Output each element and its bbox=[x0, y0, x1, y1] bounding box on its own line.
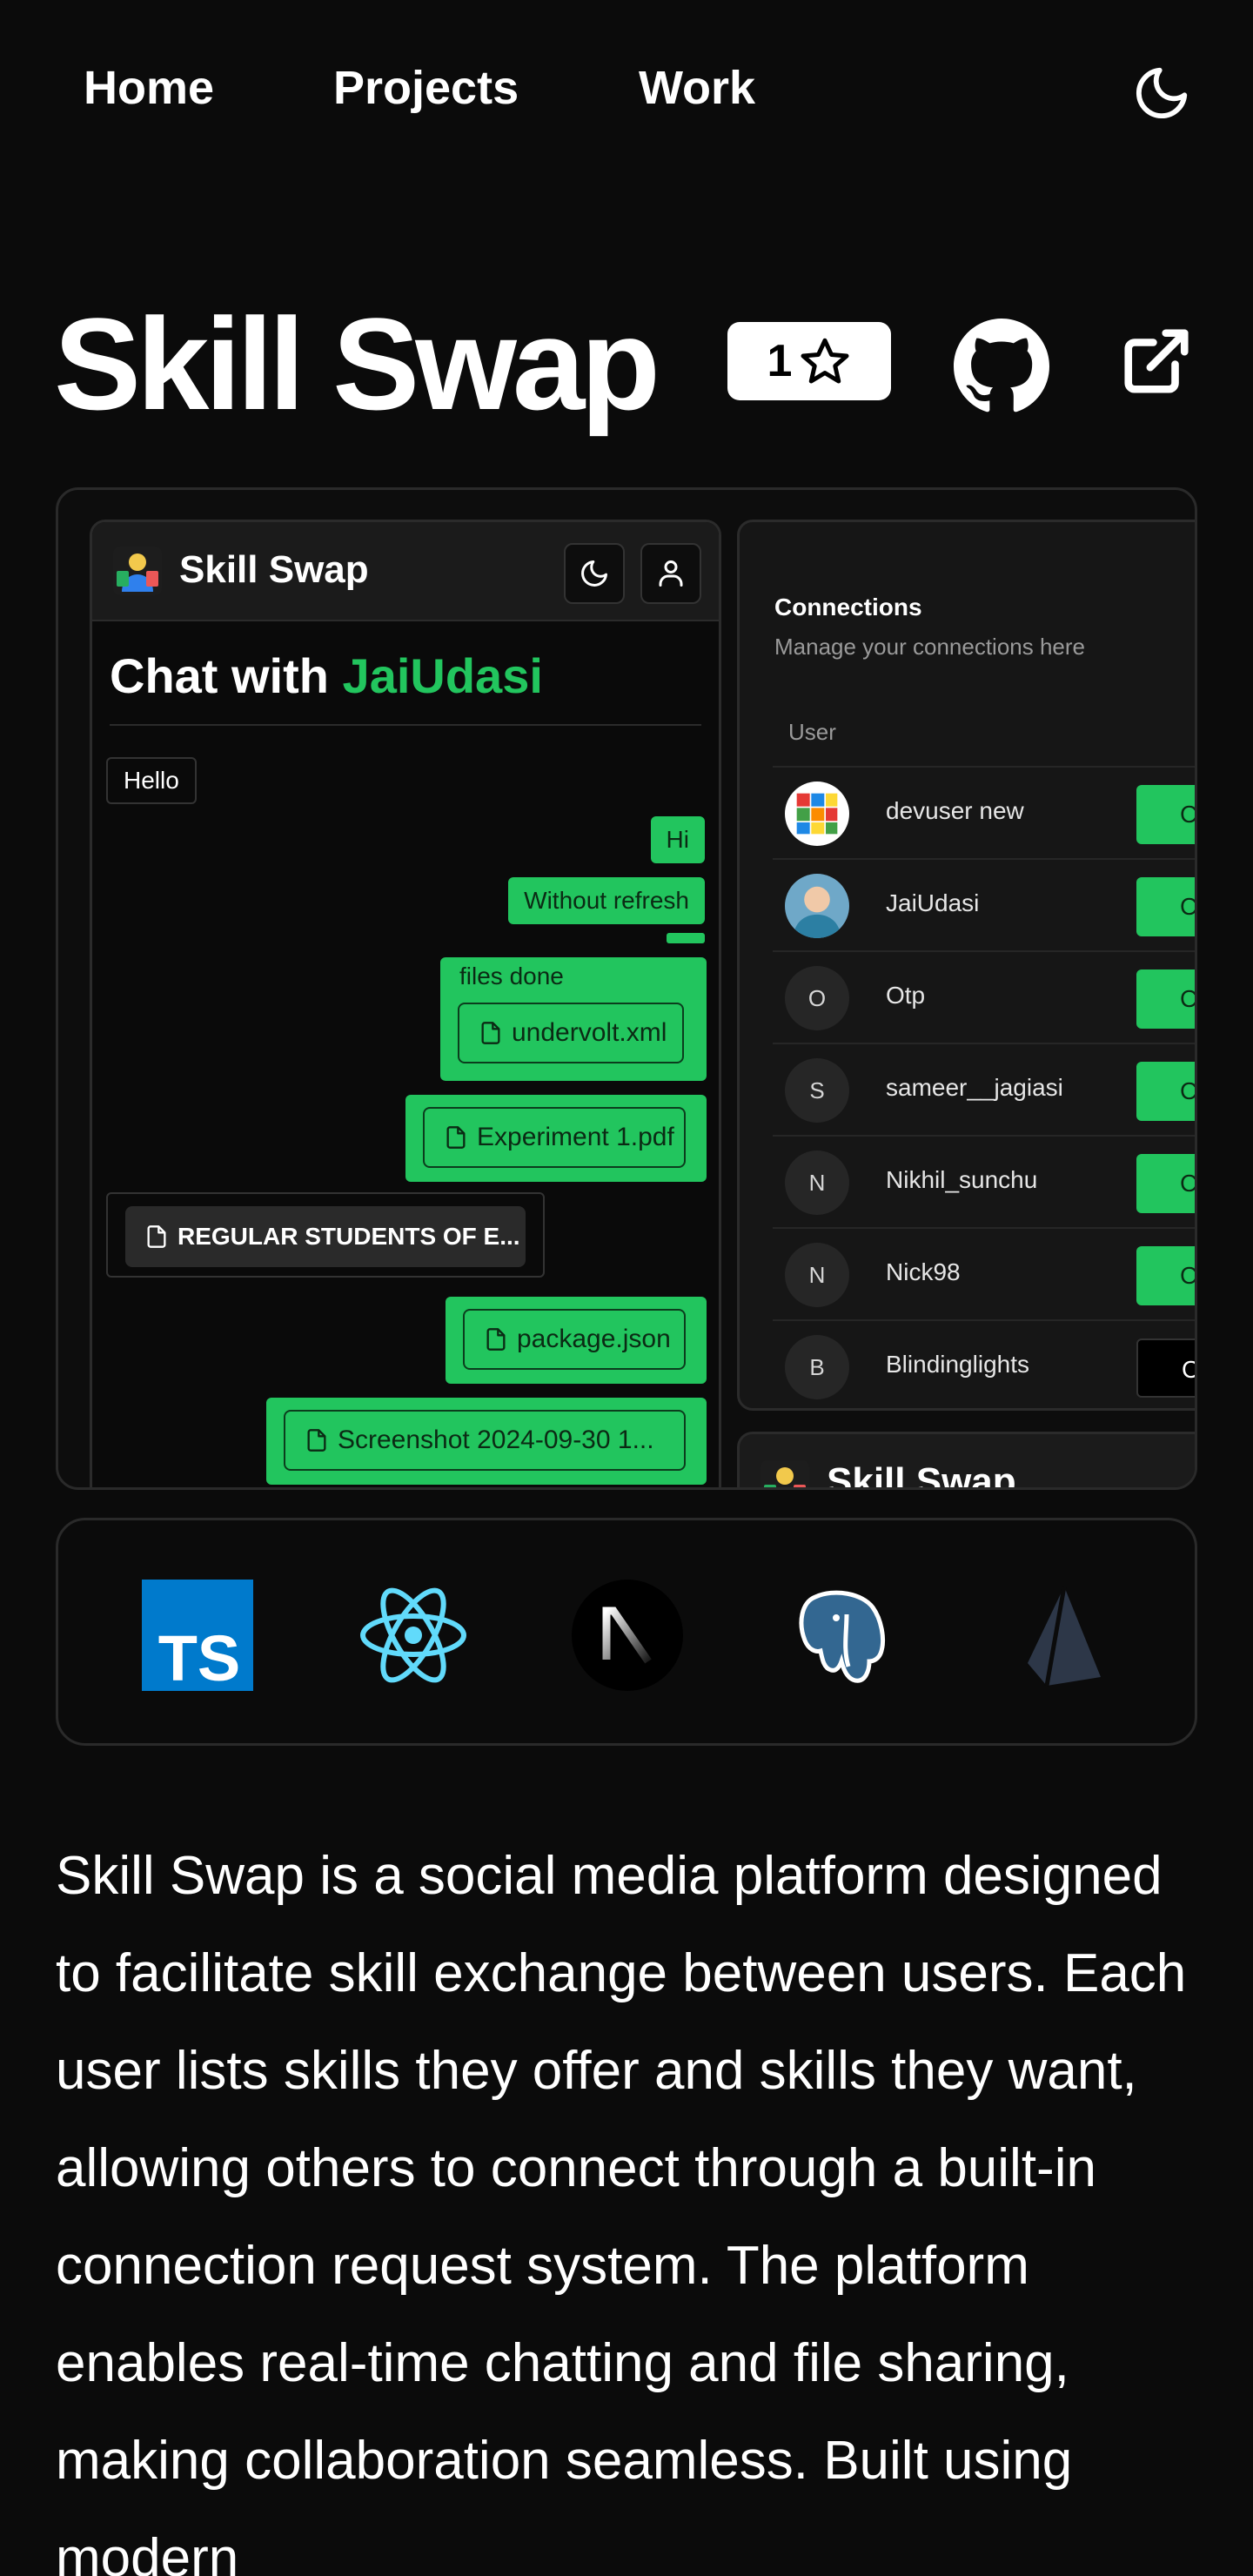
connection-action-button[interactable]: C bbox=[1136, 1062, 1195, 1121]
tech-stack: TS bbox=[56, 1518, 1197, 1746]
react-icon bbox=[360, 1587, 466, 1683]
message-without-refresh: Without refresh bbox=[508, 877, 705, 924]
message-files-done: files done undervolt.xml bbox=[440, 957, 707, 1081]
app-name: Skill Swap bbox=[179, 548, 369, 591]
message-regular-students: REGULAR STUDENTS OF E... bbox=[106, 1192, 545, 1278]
file-name: undervolt.xml bbox=[512, 1018, 667, 1047]
connection-action-button[interactable]: C bbox=[1136, 877, 1195, 936]
moon-icon[interactable] bbox=[1131, 63, 1192, 124]
typescript-icon: TS bbox=[142, 1580, 253, 1691]
connection-name: Otp bbox=[886, 982, 926, 1009]
connection-row: devuser new C bbox=[773, 766, 1195, 858]
connection-name: sameer__jagiasi bbox=[886, 1074, 1063, 1101]
top-nav: Home Projects Work bbox=[0, 0, 1253, 183]
file-icon bbox=[446, 1126, 466, 1149]
chat-title-prefix: Chat with bbox=[110, 648, 329, 703]
prisma-icon bbox=[1028, 1586, 1101, 1687]
connection-row: N Nick98 C bbox=[773, 1227, 1195, 1319]
typing-indicator bbox=[667, 933, 705, 943]
github-icon[interactable] bbox=[954, 319, 1049, 414]
nav-home-link[interactable]: Home bbox=[84, 61, 214, 115]
connections-title: Connections bbox=[774, 594, 922, 621]
external-link-icon[interactable] bbox=[1119, 324, 1194, 399]
file-icon bbox=[147, 1225, 166, 1248]
star-count: 1 bbox=[767, 336, 793, 386]
nextjs-icon bbox=[572, 1580, 683, 1691]
avatar: N bbox=[785, 1243, 849, 1307]
connection-row: S sameer__jagiasi C bbox=[773, 1043, 1195, 1135]
file-icon bbox=[481, 1022, 500, 1044]
person-photo-icon bbox=[793, 886, 841, 938]
file-name: Screenshot 2024-09-30 1... bbox=[338, 1426, 654, 1454]
connections-subtitle: Manage your connections here bbox=[774, 634, 1086, 660]
avatar: N bbox=[785, 1150, 849, 1215]
file-experiment[interactable]: Experiment 1.pdf bbox=[423, 1107, 686, 1168]
chat-title: Chat with JaiUdasi bbox=[110, 647, 543, 704]
chat-username: JaiUdasi bbox=[342, 648, 543, 703]
ts-label: TS bbox=[158, 1622, 241, 1691]
connection-row: O Otp C bbox=[773, 950, 1195, 1043]
avatar: O bbox=[785, 966, 849, 1030]
connection-row: N Nikhil_sunchu C bbox=[773, 1135, 1195, 1227]
message-package: package.json bbox=[446, 1297, 707, 1384]
app-profile-button[interactable] bbox=[640, 543, 701, 604]
star-button[interactable]: 1 bbox=[727, 322, 891, 400]
file-icon bbox=[307, 1429, 326, 1452]
message-hello: Hello bbox=[106, 757, 197, 804]
chat-window: Skill Swap Chat with JaiUdasi Hello Hi W… bbox=[90, 520, 721, 1487]
nav-work-link[interactable]: Work bbox=[639, 61, 755, 115]
message-experiment: Experiment 1.pdf bbox=[405, 1095, 707, 1182]
file-package[interactable]: package.json bbox=[463, 1309, 686, 1370]
app-logo-icon bbox=[113, 547, 162, 595]
star-icon bbox=[801, 338, 849, 384]
app-name: Skill Swap bbox=[827, 1460, 1016, 1490]
connection-name: Nikhil_sunchu bbox=[886, 1166, 1038, 1193]
file-name: Experiment 1.pdf bbox=[477, 1123, 674, 1151]
project-description: Skill Swap is a social media platform de… bbox=[56, 1846, 1187, 2576]
connection-name: devuser new bbox=[886, 797, 1024, 824]
connections-panel: Connections Manage your connections here… bbox=[737, 520, 1195, 1411]
app-theme-button[interactable] bbox=[564, 543, 625, 604]
connection-row: B Blindinglights Ca bbox=[773, 1319, 1195, 1408]
connection-name: Nick98 bbox=[886, 1258, 961, 1285]
connection-name: JaiUdasi bbox=[886, 889, 980, 916]
avatar bbox=[785, 782, 849, 846]
postgresql-icon bbox=[799, 1590, 886, 1683]
connection-action-button[interactable]: C bbox=[1136, 1154, 1195, 1213]
message-hi: Hi bbox=[650, 816, 705, 863]
file-regular-students[interactable]: REGULAR STUDENTS OF E... bbox=[125, 1206, 526, 1267]
connections-column-user: User bbox=[788, 719, 836, 745]
connection-action-button[interactable]: C bbox=[1136, 785, 1195, 844]
connection-action-button[interactable]: C bbox=[1136, 969, 1195, 1029]
connection-action-button[interactable]: C bbox=[1136, 1246, 1195, 1305]
connection-name: Blindinglights bbox=[886, 1351, 1029, 1378]
chat-header: Skill Swap bbox=[92, 522, 719, 621]
message-screenshot: Screenshot 2024-09-30 1... bbox=[266, 1398, 707, 1485]
project-preview: Skill Swap Chat with JaiUdasi Hello Hi W… bbox=[56, 487, 1197, 1490]
moon-icon bbox=[581, 560, 607, 587]
connection-cancel-button[interactable]: Ca bbox=[1136, 1338, 1195, 1398]
user-icon bbox=[659, 560, 683, 587]
avatar: B bbox=[785, 1335, 849, 1399]
file-name: REGULAR STUDENTS OF E... bbox=[178, 1223, 520, 1250]
files-done-text: files done bbox=[459, 963, 564, 989]
file-name: package.json bbox=[517, 1325, 671, 1353]
second-app-window: Skill Swap bbox=[737, 1432, 1195, 1490]
file-screenshot[interactable]: Screenshot 2024-09-30 1... bbox=[284, 1410, 686, 1471]
avatar bbox=[785, 874, 849, 938]
chat-divider bbox=[110, 724, 701, 726]
connection-row: JaiUdasi C bbox=[773, 858, 1195, 950]
avatar: S bbox=[785, 1058, 849, 1123]
app-logo-icon bbox=[761, 1460, 809, 1487]
nav-projects-link[interactable]: Projects bbox=[333, 61, 519, 115]
project-title: Skill Swap bbox=[54, 291, 660, 437]
rubiks-cube-icon bbox=[796, 793, 838, 835]
file-undervolt[interactable]: undervolt.xml bbox=[458, 1003, 684, 1063]
file-icon bbox=[486, 1328, 506, 1351]
